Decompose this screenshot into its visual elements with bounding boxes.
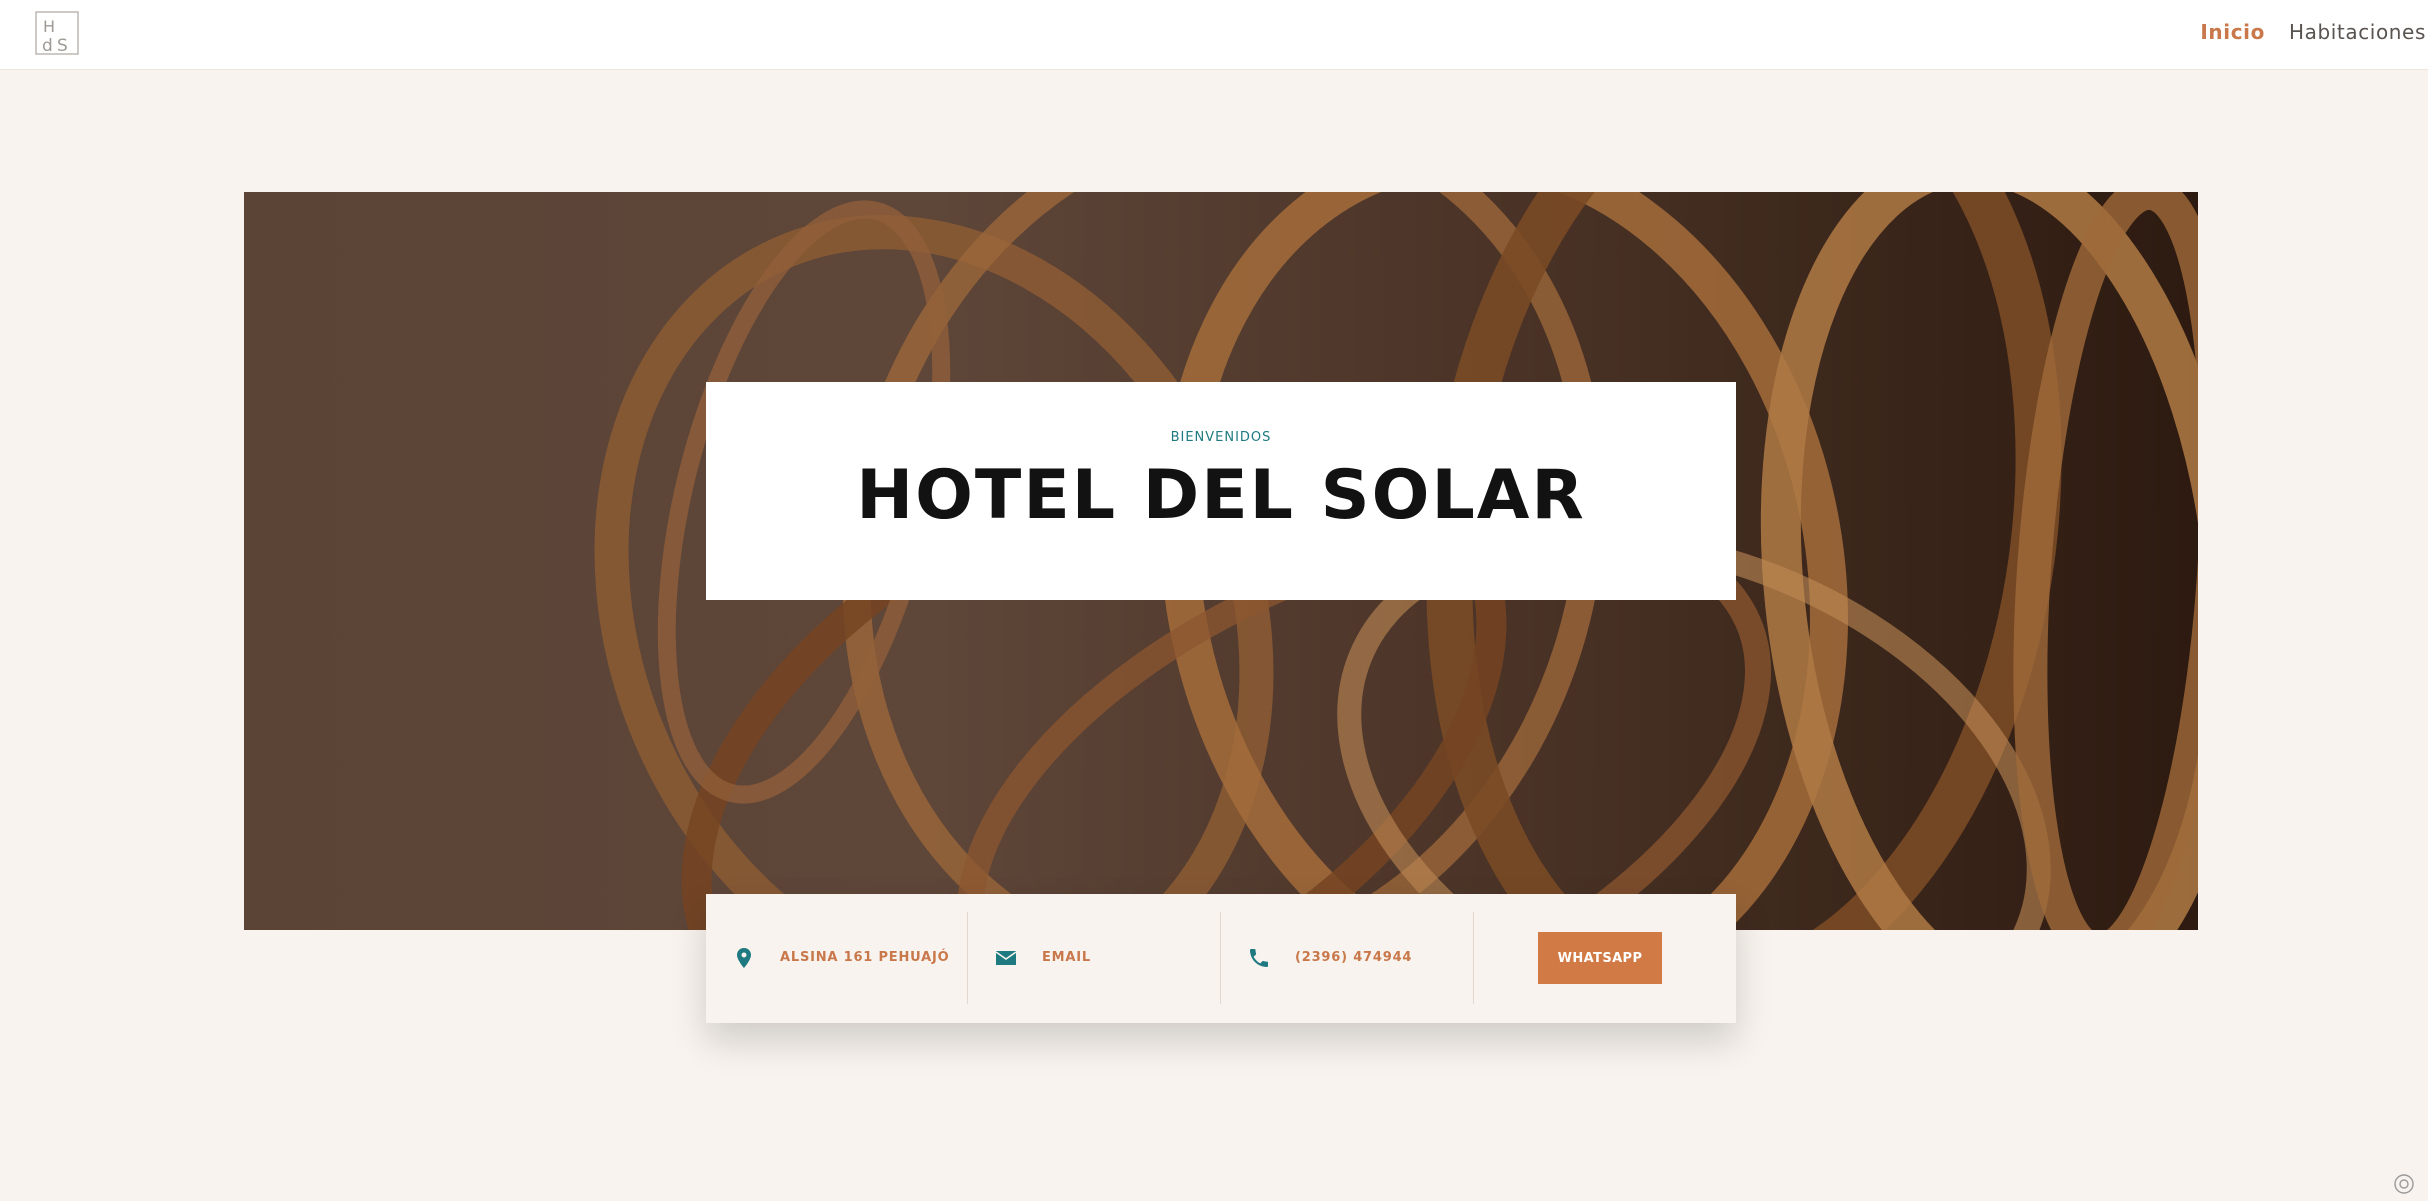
hds-logo-icon[interactable]: H d S [34,10,80,56]
location-pin-icon [737,948,751,968]
email-text[interactable]: EMAIL [1042,950,1091,965]
svg-text:d: d [42,36,53,56]
nav-link-habitaciones[interactable]: Habitaciones [2289,20,2426,44]
address-text: ALSINA 161 PEHUAJÓ [780,950,950,965]
svg-text:S: S [57,36,68,56]
envelope-icon [995,951,1017,965]
svg-text:H: H [43,17,55,36]
phone-item[interactable]: (2396) 474944 [1221,912,1473,1004]
phone-text[interactable]: (2396) 474944 [1295,950,1412,965]
hotel-title: HOTEL DEL SOLAR [856,456,1586,535]
welcome-card: BIENVENIDOS HOTEL DEL SOLAR [706,382,1736,600]
divider [1473,912,1474,1004]
nav-link-inicio[interactable]: Inicio [2200,20,2265,44]
top-navigation-bar: H d S Inicio Habitaciones [0,0,2428,70]
email-item[interactable]: EMAIL [968,912,1220,1004]
welcome-eyebrow: BIENVENIDOS [1170,430,1272,445]
address-item: ALSINA 161 PEHUAJÓ [706,912,967,1004]
main-nav: Inicio Habitaciones [2200,0,2426,64]
whatsapp-button[interactable]: WHATSAPP [1538,932,1662,984]
phone-icon [1250,949,1268,967]
settings-badge-icon[interactable] [2392,1172,2416,1196]
contact-info-bar: ALSINA 161 PEHUAJÓ EMAIL (2396) 474944 W… [706,894,1736,1023]
